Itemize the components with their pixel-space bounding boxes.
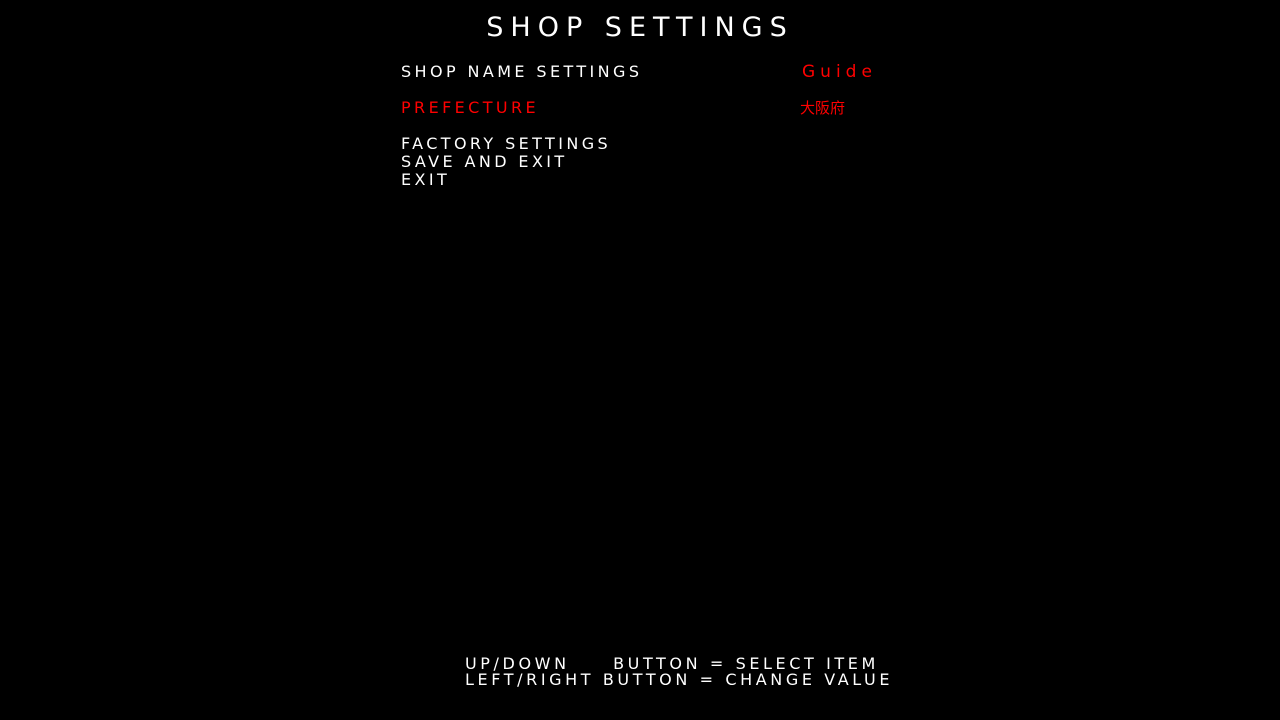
menu-item-exit[interactable]: EXIT (401, 171, 450, 189)
menu-item-prefecture[interactable]: PREFECTURE (401, 99, 539, 117)
prefecture-value[interactable]: 大阪府 (800, 99, 845, 117)
menu-item-factory-settings[interactable]: FACTORY SETTINGS (401, 135, 611, 153)
help-line-change: LEFT/RIGHT BUTTON = CHANGE VALUE (465, 670, 894, 689)
menu-item-shop-name-settings[interactable]: SHOP NAME SETTINGS (401, 63, 642, 81)
shop-name-value[interactable]: Guide (802, 63, 877, 81)
menu-item-save-and-exit[interactable]: SAVE AND EXIT (401, 153, 568, 171)
page-title: SHOP SETTINGS (486, 12, 794, 43)
